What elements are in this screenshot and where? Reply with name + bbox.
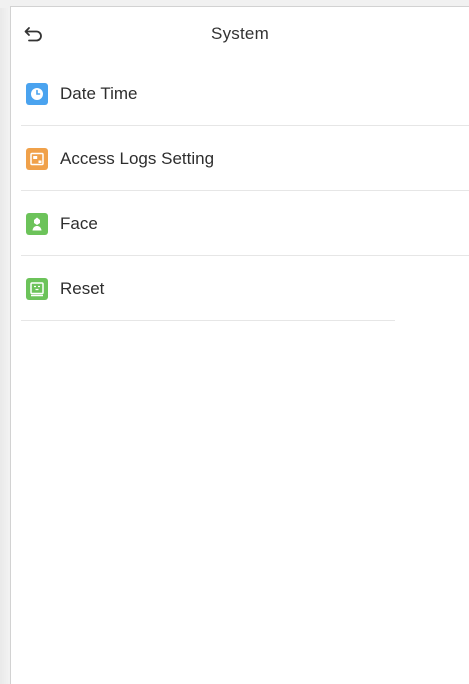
menu-item-label: Date Time — [60, 83, 138, 103]
system-menu: Date Time Access Logs Setting Face Reset — [11, 61, 469, 321]
menu-item-label: Face — [60, 213, 98, 233]
reset-icon — [26, 277, 48, 300]
face-icon — [26, 212, 48, 235]
menu-item-label: Access Logs Setting — [60, 148, 215, 168]
back-arrow-icon — [24, 27, 42, 42]
menu-item-face[interactable]: Face — [11, 191, 469, 256]
device-screen: System Date Time Access Logs Setting Fac… — [10, 6, 469, 684]
clock-icon — [26, 82, 48, 105]
page-title: System — [211, 24, 269, 43]
menu-item-date-time[interactable]: Date Time — [11, 61, 469, 126]
log-settings-icon — [26, 147, 48, 170]
title-bar: System — [11, 7, 469, 61]
menu-item-label: Reset — [60, 278, 105, 298]
back-button[interactable] — [21, 23, 47, 45]
menu-item-access-logs-setting[interactable]: Access Logs Setting — [11, 126, 469, 191]
menu-item-reset[interactable]: Reset — [11, 256, 469, 321]
